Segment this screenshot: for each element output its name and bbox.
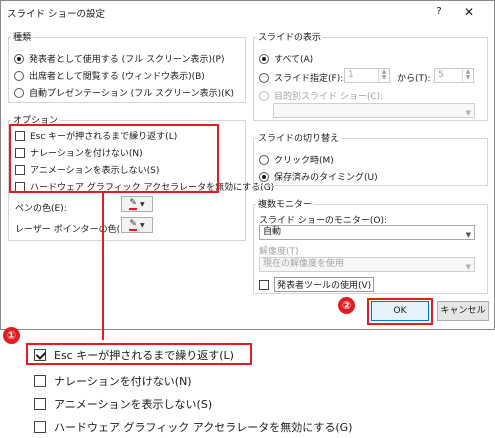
custom-show-dropdown[interactable]: ▼: [273, 103, 475, 118]
radio-label: 出席者として閲覧する (ウィンドウ表示)(B): [29, 72, 205, 82]
radio-icon: [259, 154, 269, 165]
slide-show-settings-dialog: スライド ショーの設定 ? ✕ 種類 発表者として使用する (フル スクリーン表…: [0, 0, 495, 330]
dropdown-arrow-icon: ▼: [139, 221, 145, 229]
callout-two-badge: ②: [338, 297, 355, 314]
zoom-no-animation-checkbox[interactable]: アニメーションを表示しない(S): [34, 396, 212, 412]
laser-color-label: レーザー ポインターの色(R):: [15, 225, 133, 235]
radio-label: クリック時(M): [274, 156, 334, 166]
range-to-spinner[interactable]: 5 ▲ ▼: [434, 68, 474, 83]
callout-one-badge: ①: [3, 327, 20, 344]
resolution-label: 解像度(T): [259, 247, 299, 257]
zoom-disable-hw-acceleration-checkbox[interactable]: ハードウェア グラフィック アクセラレータを無効にする(G): [34, 419, 352, 435]
checkbox-label: Esc キーが押されるまで繰り返す(L): [54, 349, 234, 362]
pen-icon: ✎: [129, 197, 137, 210]
callout-connector-vertical: [102, 192, 104, 345]
multiple-monitors-group-label: 複数モニター: [256, 197, 315, 210]
checkbox-label: ナレーションを付けない(N): [54, 375, 192, 388]
radio-label: 保存済みのタイミング(U): [274, 173, 378, 183]
kind-group-label: 種類: [11, 30, 34, 43]
cancel-button[interactable]: キャンセル: [437, 301, 489, 321]
chevron-down-icon: ▼: [465, 109, 471, 117]
laser-color-button[interactable]: ✎ ▼: [121, 217, 153, 233]
spinner-arrows-icon: ▲ ▼: [462, 69, 473, 82]
close-icon[interactable]: ✕: [461, 4, 477, 20]
pen-color-label: ペンの色(E):: [15, 204, 67, 214]
monitor-dropdown[interactable]: 自動 ▼: [259, 225, 475, 240]
help-icon[interactable]: ?: [431, 4, 447, 20]
checkbox-label: アニメーションを表示しない(S): [54, 398, 213, 411]
custom-show-radio[interactable]: 目的別スライド ショー(C):: [259, 89, 383, 102]
radio-icon: [14, 70, 24, 81]
zoom-no-narration-checkbox[interactable]: ナレーションを付けない(N): [34, 373, 192, 389]
checkbox-label: 発表者ツールの使用(V): [274, 277, 375, 292]
chevron-down-icon: ▼: [465, 231, 471, 239]
display-range-radio[interactable]: スライド指定(F):: [259, 71, 343, 84]
checkmark-icon: [34, 349, 46, 361]
dialog-title: スライド ショーの設定: [7, 9, 106, 20]
radio-label: スライド指定(F):: [274, 74, 344, 84]
range-to-label: から(T):: [397, 74, 431, 84]
range-from-spinner[interactable]: 1 ▲ ▼: [344, 68, 390, 83]
radio-icon: [14, 87, 24, 98]
zoom-loop-until-esc-checkbox[interactable]: Esc キーが押されるまで繰り返す(L): [34, 347, 234, 363]
pen-color-button[interactable]: ✎ ▼: [121, 196, 153, 212]
display-all-radio[interactable]: すべて(A): [259, 52, 313, 65]
checkbox-icon: [259, 279, 269, 290]
advance-on-click-radio[interactable]: クリック時(M): [259, 153, 334, 166]
kind-presenter-radio[interactable]: 発表者として使用する (フル スクリーン表示)(P): [14, 52, 224, 65]
kind-kiosk-radio[interactable]: 自動プレゼンテーション (フル スクリーン表示)(K): [14, 86, 234, 99]
radio-icon: [259, 90, 269, 101]
spinner-arrows-icon: ▲ ▼: [378, 69, 389, 82]
checkbox-icon: [34, 421, 46, 433]
radio-icon: [259, 171, 269, 182]
resolution-value: 現在の解像度を使用: [263, 259, 345, 269]
zoomed-options-detail: Esc キーが押されるまで繰り返す(L) ナレーションを付けない(N) アニメー…: [20, 340, 352, 438]
radio-icon: [259, 53, 269, 64]
radio-label: 自動プレゼンテーション (フル スクリーン表示)(K): [29, 89, 235, 99]
presenter-view-checkbox[interactable]: 発表者ツールの使用(V): [259, 277, 375, 292]
title-bar: スライド ショーの設定 ? ✕: [1, 1, 494, 23]
ok-button[interactable]: OK: [371, 301, 429, 321]
dropdown-arrow-icon: ▼: [139, 200, 145, 208]
range-to-value: 5: [438, 70, 444, 80]
radio-label: 発表者として使用する (フル スクリーン表示)(P): [29, 55, 225, 65]
resolution-dropdown[interactable]: 現在の解像度を使用 ▼: [259, 257, 475, 272]
radio-label: すべて(A): [274, 55, 314, 65]
checkbox-icon: [34, 375, 46, 387]
kind-browsed-radio[interactable]: 出席者として閲覧する (ウィンドウ表示)(B): [14, 69, 205, 82]
checkbox-label: ハードウェア グラフィック アクセラレータを無効にする(G): [54, 421, 353, 434]
radio-icon: [259, 72, 269, 83]
advance-timings-radio[interactable]: 保存済みのタイミング(U): [259, 170, 378, 183]
options-highlight-box: [9, 124, 219, 193]
pen-icon: ✎: [129, 218, 137, 231]
checkbox-icon: [34, 398, 46, 410]
display-slides-group-label: スライドの表示: [256, 30, 324, 43]
radio-icon: [14, 53, 24, 64]
range-from-value: 1: [348, 70, 354, 80]
monitor-value: 自動: [263, 227, 282, 237]
radio-label: 目的別スライド ショー(C):: [274, 92, 384, 102]
chevron-down-icon: ▼: [465, 263, 471, 271]
advance-slides-group-label: スライドの切り替え: [256, 131, 342, 144]
